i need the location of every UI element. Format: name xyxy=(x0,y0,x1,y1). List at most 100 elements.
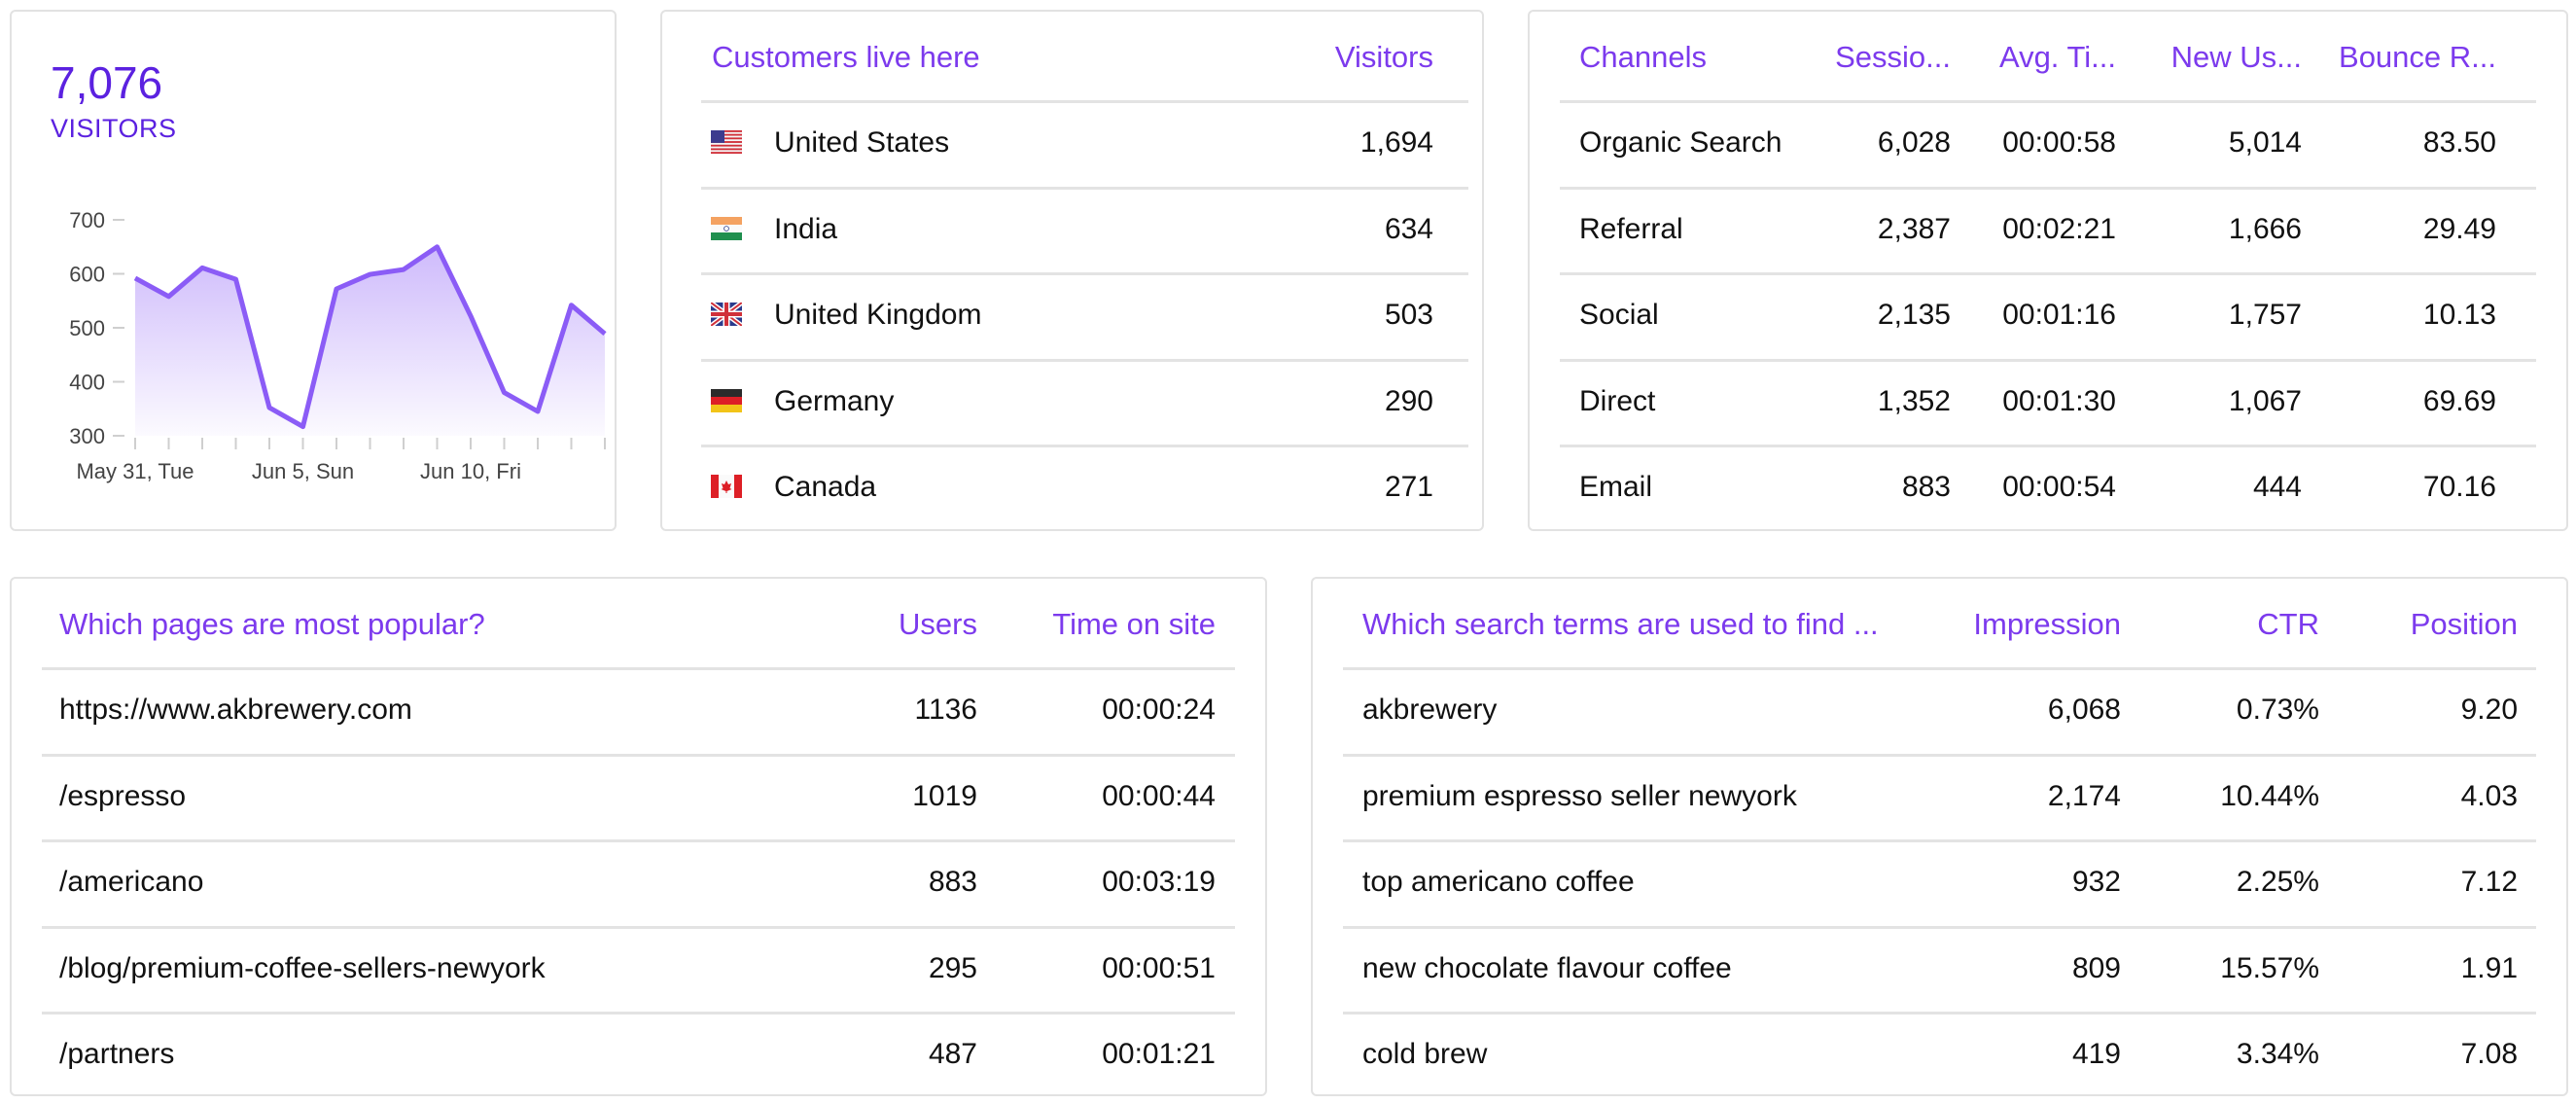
search-header-impression[interactable]: Impression xyxy=(1973,609,2121,639)
row-divider xyxy=(1343,753,2536,757)
search-terms-card: Which search terms are used to find ... … xyxy=(1311,577,2568,1096)
row-divider xyxy=(1343,1012,2536,1015)
row-new-users: 5,014 xyxy=(2228,126,2302,159)
row-time: 00:00:51 xyxy=(1102,951,1216,984)
row-divider xyxy=(1560,186,2536,190)
row-name: /americano xyxy=(59,866,204,898)
row-bounce: 83.50 xyxy=(2422,126,2496,159)
channels-header-bounce-rate[interactable]: Bounce R... xyxy=(2339,42,2496,72)
row-name: /espresso xyxy=(59,779,187,812)
row-name: /blog/premium-coffee-sellers-newyork xyxy=(59,951,546,984)
row-time: 00:00:44 xyxy=(1102,779,1216,812)
row-divider xyxy=(1343,839,2536,842)
row-divider xyxy=(42,667,1235,670)
y-tick-label: 500 xyxy=(69,316,105,340)
row-avg-time: 00:00:58 xyxy=(2002,126,2116,159)
data-point[interactable] xyxy=(569,303,575,308)
row-bounce: 10.13 xyxy=(2422,299,2496,331)
channels-header-sessions[interactable]: Sessio... xyxy=(1835,42,1951,72)
row-name: Email xyxy=(1579,471,1653,503)
row-divider xyxy=(701,358,1468,362)
row-bounce: 29.49 xyxy=(2422,212,2496,245)
row-divider xyxy=(701,272,1468,275)
row-users: 1136 xyxy=(914,694,977,726)
search-header-ctr[interactable]: CTR xyxy=(2257,609,2319,639)
row-divider xyxy=(701,100,1468,103)
row-divider xyxy=(1560,358,2536,362)
channels-header-new-users[interactable]: New Us... xyxy=(2171,42,2302,72)
channels-header-name[interactable]: Channels xyxy=(1579,42,1707,72)
row-bounce: 70.16 xyxy=(2422,471,2496,503)
row-impression: 2,174 xyxy=(2047,779,2121,812)
data-point[interactable] xyxy=(435,244,441,250)
row-divider xyxy=(701,445,1468,447)
row-time: 00:00:24 xyxy=(1102,694,1216,726)
pages-header-users[interactable]: Users xyxy=(899,609,977,639)
row-users: 1019 xyxy=(912,779,977,812)
data-point[interactable] xyxy=(300,424,306,430)
y-tick-label: 400 xyxy=(69,371,105,395)
row-position: 1.91 xyxy=(2460,951,2518,984)
row-impression: 932 xyxy=(2071,866,2121,898)
pages-header-name[interactable]: Which pages are most popular? xyxy=(59,609,485,639)
row-sessions: 6,028 xyxy=(1877,126,1951,159)
row-users: 487 xyxy=(928,1038,977,1070)
row-name: premium espresso seller newyork xyxy=(1362,779,1797,812)
row-users: 883 xyxy=(928,866,977,898)
data-point[interactable] xyxy=(602,331,608,337)
data-point[interactable] xyxy=(166,294,172,300)
row-ctr: 0.73% xyxy=(2236,694,2319,726)
row-position: 7.08 xyxy=(2460,1038,2518,1070)
row-position: 7.12 xyxy=(2460,866,2518,898)
search-header-name[interactable]: Which search terms are used to find ... xyxy=(1362,609,1879,639)
data-point[interactable] xyxy=(266,405,272,410)
data-point[interactable] xyxy=(468,313,474,319)
row-visitors: 271 xyxy=(1384,471,1433,503)
visitors-chart: 700 600 500 400 300 May 31, Tue Jun 5, Sun Jun… xyxy=(69,208,608,483)
row-visitors: 503 xyxy=(1384,299,1433,331)
row-name: https://www.akbrewery.com xyxy=(59,694,412,726)
y-tick-label: 700 xyxy=(69,208,105,232)
search-header-position[interactable]: Position xyxy=(2411,609,2518,639)
channels-header-avg-time[interactable]: Avg. Ti... xyxy=(1999,42,2116,72)
row-sessions: 1,352 xyxy=(1877,384,1951,417)
row-position: 9.20 xyxy=(2460,694,2518,726)
row-ctr: 3.34% xyxy=(2236,1038,2319,1070)
row-bounce: 69.69 xyxy=(2422,384,2496,417)
row-visitors: 634 xyxy=(1384,212,1433,245)
row-name: India xyxy=(774,212,838,245)
row-name: United Kingdom xyxy=(774,299,982,331)
x-tick-label: May 31, Tue xyxy=(76,459,194,483)
row-name: Organic Search xyxy=(1579,126,1782,159)
visitors-card: 7,076 VISITORS 700 600 500 400 300 May 31, T… xyxy=(10,10,617,531)
row-ctr: 10.44% xyxy=(2220,779,2319,812)
row-ctr: 15.57% xyxy=(2220,951,2319,984)
data-point[interactable] xyxy=(199,265,205,270)
row-sessions: 883 xyxy=(1901,471,1951,503)
row-divider xyxy=(1560,100,2536,103)
data-point[interactable] xyxy=(401,267,406,272)
data-point[interactable] xyxy=(368,271,373,277)
row-name: Direct xyxy=(1579,384,1656,417)
countries-header-visitors[interactable]: Visitors xyxy=(1335,42,1433,72)
row-avg-time: 00:00:54 xyxy=(2002,471,2116,503)
row-name: Referral xyxy=(1579,212,1683,245)
ca-flag-icon xyxy=(711,475,742,498)
row-name: Canada xyxy=(774,471,877,503)
row-position: 4.03 xyxy=(2460,779,2518,812)
pages-header-time[interactable]: Time on site xyxy=(1052,609,1216,639)
data-point[interactable] xyxy=(334,286,339,292)
gb-flag-icon xyxy=(709,301,744,328)
x-tick-label: Jun 5, Sun xyxy=(252,459,354,483)
data-point[interactable] xyxy=(535,409,541,414)
data-point[interactable] xyxy=(502,390,508,396)
row-new-users: 1,757 xyxy=(2228,299,2302,331)
data-point[interactable] xyxy=(233,276,239,282)
row-divider xyxy=(42,753,1235,757)
data-point[interactable] xyxy=(132,275,138,281)
row-divider xyxy=(42,925,1235,929)
row-new-users: 444 xyxy=(2252,471,2302,503)
row-name: cold brew xyxy=(1362,1038,1488,1070)
countries-header-name[interactable]: Customers live here xyxy=(712,42,980,72)
row-sessions: 2,135 xyxy=(1877,299,1951,331)
